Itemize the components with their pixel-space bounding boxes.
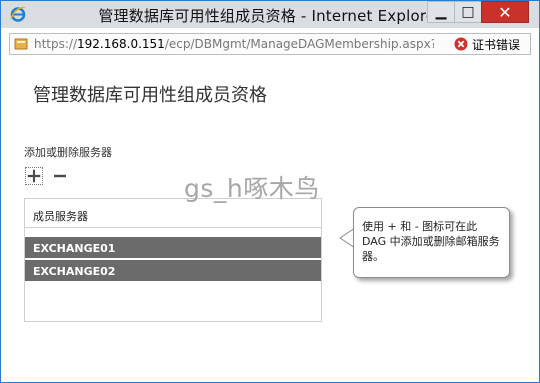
title-bar[interactable]: 管理数据库可用性组成员资格 - Internet Explorer ▁ □ ✕ [1,1,539,28]
url-text[interactable]: https://192.168.0.151/ecp/DBMgmt/ManageD… [34,37,434,51]
list-item[interactable]: EXCHANGE01 [25,237,321,258]
maximize-button[interactable]: □ [454,1,482,23]
cert-error-label[interactable]: 证书错误 [472,36,520,53]
page-title: 管理数据库可用性组成员资格 [33,85,267,106]
member-server-list[interactable]: 成员服务器 EXCHANGE01 EXCHANGE02 [24,198,322,322]
section-label: 添加或删除服务器 [24,146,112,159]
url-host: 192.168.0.151 [77,37,165,51]
url-path: /ecp/DBMgmt/ManageDAGMembership.aspx?pw [164,37,434,51]
cert-error-icon[interactable] [454,37,468,51]
add-icon[interactable] [25,167,43,185]
help-callout: 使用 + 和 - 图标可在此 DAG 中添加或删除邮箱服务器。 [353,207,510,278]
minimize-button[interactable]: ▁ [427,1,455,23]
page-icon [14,38,28,50]
list-item[interactable]: EXCHANGE02 [25,260,321,281]
address-bar[interactable]: https://192.168.0.151/ecp/DBMgmt/ManageD… [9,33,531,55]
url-scheme: https:// [34,37,78,51]
close-button[interactable]: ✕ [481,1,529,23]
browser-window: 管理数据库可用性组成员资格 - Internet Explorer ▁ □ ✕ … [0,0,540,383]
watermark: gs_h啄木鸟 [184,174,320,203]
remove-icon[interactable] [51,167,69,185]
